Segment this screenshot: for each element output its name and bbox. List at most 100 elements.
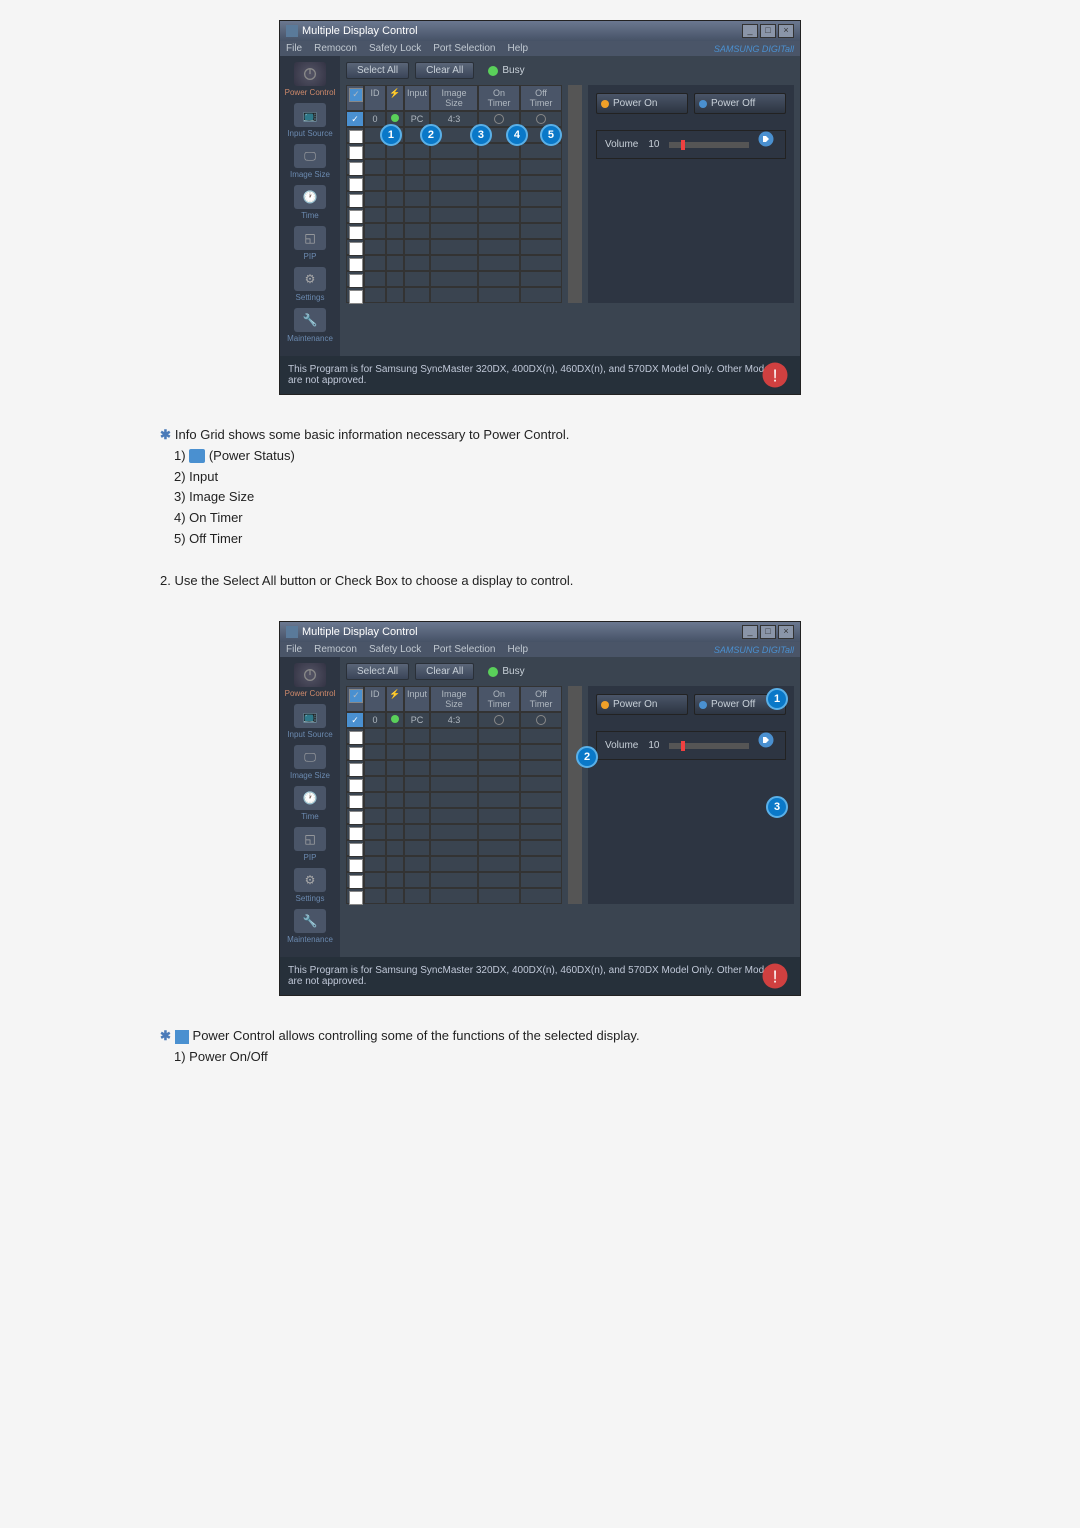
footer-text: This Program is for Samsung SyncMaster 3… xyxy=(288,364,777,386)
sidebar-input-source[interactable]: 📺 Input Source xyxy=(287,704,332,739)
desc2-intro: Power Control allows controlling some of… xyxy=(193,1028,640,1043)
scrollbar[interactable] xyxy=(568,686,582,904)
maintenance-icon: 🔧 xyxy=(294,909,326,933)
power-off-button[interactable]: Power Off xyxy=(694,93,786,114)
menu-help[interactable]: Help xyxy=(507,43,528,54)
clear-all-button[interactable]: Clear All xyxy=(415,62,474,79)
menu-port-selection[interactable]: Port Selection xyxy=(433,43,495,54)
sidebar-label: Image Size xyxy=(290,170,330,179)
grid-row[interactable] xyxy=(346,872,562,888)
grid-row[interactable] xyxy=(346,191,562,207)
sidebar-label: Power Control xyxy=(285,689,336,698)
grid-row[interactable] xyxy=(346,287,562,303)
grid-row[interactable] xyxy=(346,824,562,840)
toolbar: Select All Clear All Busy xyxy=(346,663,794,680)
speaker-icon[interactable] xyxy=(757,731,777,751)
grid-row[interactable] xyxy=(346,255,562,271)
image-size-icon: 🖵 xyxy=(294,745,326,769)
callout-2: 2 xyxy=(420,124,442,146)
sidebar-time[interactable]: 🕐 Time xyxy=(294,786,326,821)
menu-safety-lock[interactable]: Safety Lock xyxy=(369,43,421,54)
grid-row[interactable] xyxy=(346,127,562,143)
grid-row[interactable] xyxy=(346,760,562,776)
input-icon: 📺 xyxy=(294,704,326,728)
select-all-button[interactable]: Select All xyxy=(346,663,409,680)
row-check[interactable]: ✓ xyxy=(346,111,364,127)
row-size: 4:3 xyxy=(430,712,478,728)
row-check[interactable]: ✓ xyxy=(346,712,364,728)
busy-label: Busy xyxy=(502,65,524,76)
select-all-button[interactable]: Select All xyxy=(346,62,409,79)
main-area: Select All Clear All Busy ✓ ID ⚡ Input I… xyxy=(340,56,800,356)
grid-header: ✓ ID ⚡ Input Image Size On Timer Off Tim… xyxy=(346,85,562,111)
menu-port-selection[interactable]: Port Selection xyxy=(433,644,495,655)
menu-safety-lock[interactable]: Safety Lock xyxy=(369,644,421,655)
maximize-button[interactable]: □ xyxy=(760,625,776,639)
grid-row[interactable] xyxy=(346,159,562,175)
sidebar-pip[interactable]: ◱ PIP xyxy=(294,827,326,862)
clear-all-button[interactable]: Clear All xyxy=(415,663,474,680)
power-icon xyxy=(294,62,326,86)
volume-slider[interactable] xyxy=(669,142,749,148)
grid-row[interactable] xyxy=(346,776,562,792)
sidebar-pip[interactable]: ◱ PIP xyxy=(294,226,326,261)
time-icon: 🕐 xyxy=(294,185,326,209)
grid-row[interactable]: ✓ 0 PC 4:3 xyxy=(346,712,562,728)
close-button[interactable]: × xyxy=(778,625,794,639)
col-id: ID xyxy=(364,686,386,712)
grid-row[interactable] xyxy=(346,143,562,159)
settings-icon: ⚙ xyxy=(294,267,326,291)
minimize-button[interactable]: _ xyxy=(742,24,758,38)
info-grid: ✓ ID ⚡ Input Image Size On Timer Off Tim… xyxy=(346,686,562,904)
sidebar-power-control[interactable]: Power Control xyxy=(285,62,336,97)
grid-row[interactable] xyxy=(346,223,562,239)
sidebar-image-size[interactable]: 🖵 Image Size xyxy=(290,745,330,780)
sidebar: Power Control 📺 Input Source 🖵 Image Siz… xyxy=(280,56,340,356)
sidebar-time[interactable]: 🕐 Time xyxy=(294,185,326,220)
scrollbar[interactable] xyxy=(568,85,582,303)
checkbox-icon xyxy=(175,1030,189,1044)
power-on-button[interactable]: Power On xyxy=(596,694,688,715)
grid-row[interactable] xyxy=(346,744,562,760)
grid-row[interactable] xyxy=(346,728,562,744)
grid-row[interactable] xyxy=(346,888,562,904)
close-button[interactable]: × xyxy=(778,24,794,38)
app-icon xyxy=(286,626,298,638)
grid-row[interactable] xyxy=(346,856,562,872)
col-check[interactable]: ✓ xyxy=(346,85,364,111)
power-on-button[interactable]: Power On xyxy=(596,93,688,114)
grid-row[interactable] xyxy=(346,239,562,255)
menu-remocon[interactable]: Remocon xyxy=(314,43,357,54)
menu-file[interactable]: File xyxy=(286,644,302,655)
sidebar-label: Maintenance xyxy=(287,334,333,343)
grid-row[interactable] xyxy=(346,175,562,191)
sidebar-power-control[interactable]: Power Control xyxy=(285,663,336,698)
menu-help[interactable]: Help xyxy=(507,644,528,655)
volume-slider[interactable] xyxy=(669,743,749,749)
sidebar-label: Input Source xyxy=(287,129,332,138)
sidebar-input-source[interactable]: 📺 Input Source xyxy=(287,103,332,138)
col-on-timer: On Timer xyxy=(478,85,520,111)
mdc-window-1: Multiple Display Control _ □ × File Remo… xyxy=(279,20,801,395)
menu-remocon[interactable]: Remocon xyxy=(314,644,357,655)
sidebar-maintenance[interactable]: 🔧 Maintenance xyxy=(287,308,333,343)
sidebar-settings[interactable]: ⚙ Settings xyxy=(294,267,326,302)
volume-box: Volume 10 xyxy=(596,130,786,159)
grid-row[interactable]: ✓ 0 PC 4:3 xyxy=(346,111,562,127)
grid-row[interactable] xyxy=(346,271,562,287)
footer-text: This Program is for Samsung SyncMaster 3… xyxy=(288,965,777,987)
pip-icon: ◱ xyxy=(294,827,326,851)
sidebar-settings[interactable]: ⚙ Settings xyxy=(294,868,326,903)
minimize-button[interactable]: _ xyxy=(742,625,758,639)
menu-file[interactable]: File xyxy=(286,43,302,54)
col-check[interactable]: ✓ xyxy=(346,686,364,712)
sidebar-maintenance[interactable]: 🔧 Maintenance xyxy=(287,909,333,944)
speaker-icon[interactable] xyxy=(757,130,777,150)
grid-row[interactable] xyxy=(346,808,562,824)
mdc-window-2: Multiple Display Control _ □ × File Remo… xyxy=(279,621,801,996)
sidebar-image-size[interactable]: 🖵 Image Size xyxy=(290,144,330,179)
maximize-button[interactable]: □ xyxy=(760,24,776,38)
grid-row[interactable] xyxy=(346,792,562,808)
grid-row[interactable] xyxy=(346,207,562,223)
grid-row[interactable] xyxy=(346,840,562,856)
